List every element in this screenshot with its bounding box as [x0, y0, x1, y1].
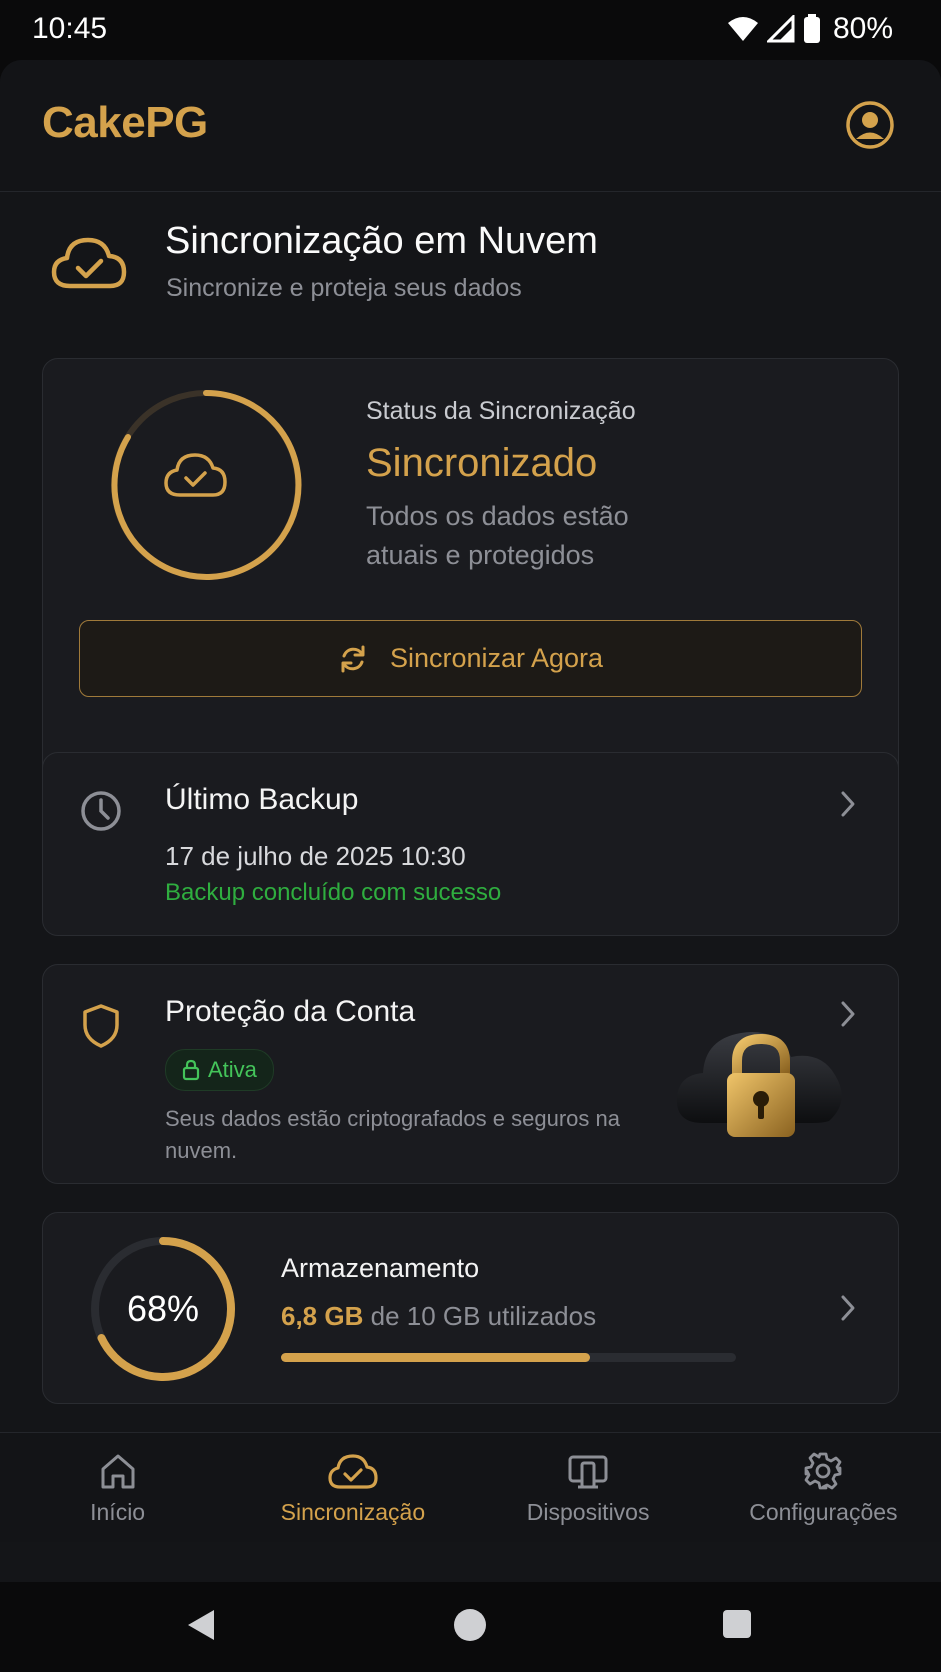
backup-status-text: Backup concluído com sucesso: [165, 879, 502, 906]
chevron-right-icon: [841, 1295, 855, 1321]
cloud-check-icon: [164, 453, 227, 497]
nav-item-dispositivos[interactable]: Dispositivos: [471, 1433, 706, 1542]
storage-progress-fill: [281, 1353, 591, 1362]
battery-percent: 80%: [832, 12, 893, 45]
storage-usage-text: 6,8 GB de 10 GB utilizados: [281, 1301, 596, 1332]
storage-used: 6,8 GB: [281, 1301, 364, 1331]
chevron-right-icon: [841, 791, 855, 817]
section-header: Sincronização em Nuvem Sincronize e prot…: [0, 220, 941, 320]
home-circle-icon[interactable]: [453, 1608, 487, 1642]
sync-status-card: Status da Sincronização Sincronizado Tod…: [42, 358, 899, 784]
devices-icon: [568, 1455, 608, 1489]
account-circle-icon[interactable]: [845, 100, 895, 150]
nav-label: Início: [90, 1499, 146, 1525]
nav-item-configuracoes[interactable]: Configurações: [706, 1433, 941, 1542]
battery-icon: [803, 14, 820, 43]
shield-icon: [83, 1004, 119, 1048]
sync-status-label: Status da Sincronização: [366, 397, 636, 425]
status-icons: 80%: [727, 12, 893, 46]
recents-icon[interactable]: [722, 1608, 752, 1640]
storage-progress-bar: [281, 1353, 736, 1362]
nav-label: Sincronização: [280, 1499, 426, 1525]
back-icon[interactable]: [186, 1608, 216, 1642]
app-logo: CakePG: [42, 98, 208, 147]
cloud-lock-illustration: [676, 1032, 842, 1137]
storage-percent: 68%: [126, 1288, 200, 1329]
wifi-icon: [727, 17, 758, 41]
status-time: 10:45: [32, 12, 108, 45]
gear-icon: [804, 1452, 842, 1490]
nav-label: Dispositivos: [526, 1499, 650, 1525]
storage-title: Armazenamento: [281, 1253, 480, 1283]
nav-item-inicio[interactable]: Início: [0, 1433, 235, 1542]
sync-status-description: Todos os dados estão atuais e protegidos: [366, 501, 629, 570]
signal-icon: [766, 15, 795, 43]
nav-item-sincronizacao[interactable]: Sincronização: [235, 1433, 470, 1542]
sync-now-button[interactable]: Sincronizar Agora: [79, 620, 862, 697]
last-backup-title: Último Backup: [165, 783, 359, 816]
system-nav-bar: [0, 1582, 941, 1672]
page-title: Sincronização em Nuvem: [165, 220, 598, 262]
app-header: CakePG: [0, 60, 941, 192]
last-backup-card[interactable]: Último Backup 17 de julho de 2025 10:30 …: [42, 752, 899, 936]
account-protection-title: Proteção da Conta: [165, 995, 416, 1028]
sync-status-ring: [111, 389, 302, 580]
storage-total: de 10 GB utilizados: [370, 1301, 597, 1331]
app-screen: CakePG Sincronização em Nuvem Sincronize…: [0, 60, 941, 1582]
last-backup-date: 17 de julho de 2025 10:30: [165, 841, 466, 871]
nav-label: Configurações: [749, 1499, 898, 1525]
cloud-check-icon: [51, 237, 127, 289]
home-icon: [101, 1454, 135, 1489]
page-subtitle: Sincronize e proteja seus dados: [166, 274, 522, 302]
refresh-icon: [341, 645, 365, 672]
storage-card[interactable]: 68% Armazenamento 6,8 GB de 10 GB utiliz…: [42, 1212, 899, 1404]
clock-icon: [81, 791, 121, 831]
lock-icon: [182, 1059, 200, 1081]
status-badge: Ativa: [165, 1049, 274, 1091]
cloud-check-icon: [328, 1454, 378, 1489]
sync-status-value: Sincronizado: [366, 441, 598, 485]
sync-now-label: Sincronizar Agora: [389, 643, 604, 673]
status-bar: 10:45 80%: [0, 0, 941, 60]
account-protection-description: Seus dados estão criptografados e seguro…: [165, 1106, 620, 1163]
bottom-nav: Início Sincronização Dispositivos Config…: [0, 1432, 941, 1542]
status-badge-label: Ativa: [208, 1057, 257, 1082]
account-protection-card[interactable]: Proteção da Conta Ativa Seus dados estão…: [42, 964, 899, 1184]
